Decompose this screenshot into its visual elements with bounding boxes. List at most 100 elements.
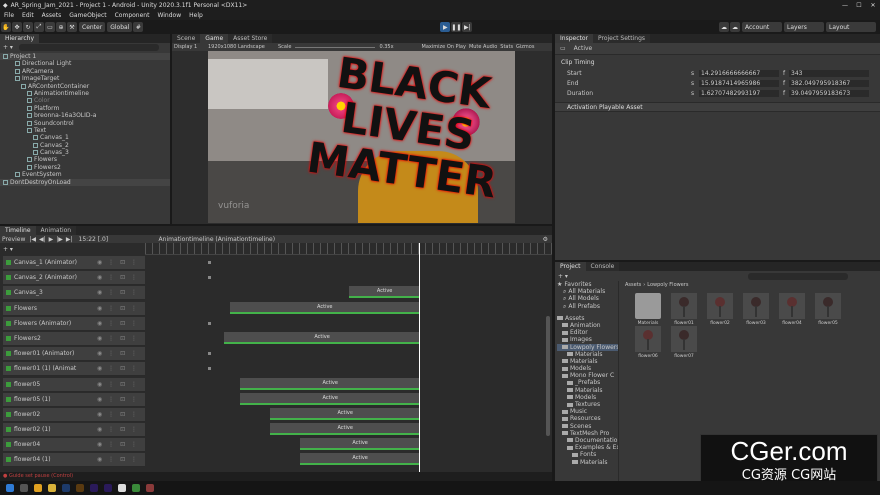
asset-tile[interactable]: flower06 [635,326,661,359]
scale-tool-icon[interactable]: ⤢ [34,22,44,32]
track-header[interactable]: flower05 ◉ ⋮ ⊡ ⋮ [3,377,145,392]
illustrator-icon[interactable] [76,484,84,492]
track-options-icon[interactable]: ◉ ⋮ ⊡ ⋮ [97,381,139,388]
timeline-clip[interactable]: Active [240,392,420,405]
favorite-item[interactable]: ⌕ All Prefabs [557,303,618,310]
folder-item[interactable]: Lowpoly Flowers [557,343,618,351]
folder-item[interactable]: Music [557,408,618,415]
hierarchy-item[interactable]: Platform [0,105,170,112]
collab-icon[interactable]: ☁ [719,22,729,32]
timeline-clip[interactable]: Active [300,438,420,451]
favorite-item[interactable]: ⌕ All Models [557,295,618,302]
tab-inspector[interactable]: Inspector [555,34,593,43]
clip-field-seconds[interactable]: 14.2916666666667 [699,69,779,77]
track-options-icon[interactable]: ◉ ⋮ ⊡ ⋮ [97,305,139,312]
track-header[interactable]: Flowers2 ◉ ⋮ ⊡ ⋮ [3,331,145,346]
hierarchy-item[interactable]: ImageTarget [0,75,170,82]
timeline-clip[interactable]: Active [240,377,420,390]
prev-frame-icon[interactable]: ◀| [39,236,46,243]
hierarchy-search-input[interactable] [18,44,159,51]
menu-window[interactable]: Window [157,12,181,19]
clip-field-frames[interactable]: 382.049795918367 [789,79,869,87]
timeline-frame-field[interactable]: 15:22 [.0] [79,236,127,243]
asset-tile[interactable]: flower03 [743,293,769,326]
menu-file[interactable]: File [4,12,14,19]
track-active-checkbox[interactable] [6,427,11,433]
folder-item[interactable]: Materials [557,351,618,358]
timeline-clip[interactable]: Active [300,453,420,466]
folder-item[interactable]: Models [557,394,618,401]
hierarchy-item[interactable]: Flowers2 [0,164,170,171]
menu-assets[interactable]: Assets [42,12,62,19]
clip-field-seconds[interactable]: 1.62707482993197 [699,89,779,97]
clip-field-seconds[interactable]: 15.9187414965986 [699,79,779,87]
timeline-playhead[interactable] [419,243,420,481]
project-add-icon[interactable]: + ▾ [558,273,568,280]
track-header[interactable]: Canvas_1 (Animator) ◉ ⋮ ⊡ ⋮ [3,256,145,270]
tab-timeline[interactable]: Timeline [0,226,36,235]
track-header[interactable]: flower02 (1) ◉ ⋮ ⊡ ⋮ [3,423,145,438]
asset-tile[interactable]: flower02 [707,293,733,326]
maximize-on-play-toggle[interactable]: Maximize On Play [422,44,466,50]
favorite-item[interactable]: ⌕ All Materials [557,288,618,295]
premiere-icon[interactable] [104,484,112,492]
folder-item[interactable]: Assets [557,315,618,322]
timeline-ruler[interactable] [145,243,552,255]
hierarchy-item[interactable]: Animationtimeline [0,90,170,97]
hand-tool-icon[interactable]: ✋ [1,22,11,32]
grid-snap-icon[interactable]: # [133,22,144,32]
breadcrumb-assets[interactable]: Assets [625,282,641,288]
custom-tool-icon[interactable]: ⚒ [67,22,77,32]
hierarchy-item[interactable]: Color [0,97,170,104]
track-header[interactable]: Canvas_2 (Animator) ◉ ⋮ ⊡ ⋮ [3,271,145,286]
layout-dropdown[interactable]: Layout [826,22,876,32]
asset-tile[interactable]: flower04 [779,293,805,326]
favorite-item[interactable]: ★ Favorites [557,281,618,288]
folder-item[interactable]: Fonts [557,451,618,458]
activation-asset-header[interactable]: Activation Playable Asset [555,102,880,112]
track-header[interactable]: flower04 ◉ ⋮ ⊡ ⋮ [3,438,145,453]
hierarchy-item[interactable]: ARCamera [0,68,170,75]
track-active-checkbox[interactable] [6,351,11,357]
folder-item[interactable]: Mono Flower C [557,372,618,379]
timeline-scrollbar[interactable] [546,316,550,436]
track-options-icon[interactable]: ◉ ⋮ ⊡ ⋮ [97,441,139,448]
timeline-clip[interactable]: Active [229,301,420,314]
track-options-icon[interactable]: ◉ ⋮ ⊡ ⋮ [97,365,139,372]
track-header[interactable]: flower01 (Animator) ◉ ⋮ ⊡ ⋮ [3,347,145,362]
account-dropdown[interactable]: Account [742,22,782,32]
breadcrumb-lowpoly[interactable]: Lowpoly Flowers [647,282,688,288]
track-header[interactable]: flower04 (1) ◉ ⋮ ⊡ ⋮ [3,453,145,468]
add-track-button[interactable]: + ▾ [0,246,145,253]
keyframe-marker[interactable] [208,321,211,325]
layers-dropdown[interactable]: Layers [784,22,824,32]
play-button[interactable]: ▶ [440,22,451,32]
folder-item[interactable]: Materials [557,459,618,466]
timeline-clip[interactable]: Active [270,423,420,436]
track-header[interactable]: Canvas_3 ◉ ⋮ ⊡ ⋮ [3,286,145,301]
folder-item[interactable]: Textures [557,401,618,408]
track-active-checkbox[interactable] [6,381,11,387]
track-options-icon[interactable]: ◉ ⋮ ⊡ ⋮ [97,259,139,266]
track-active-checkbox[interactable] [6,457,11,463]
tab-animation[interactable]: Animation [35,226,77,235]
folder-item[interactable]: Models [557,365,618,372]
hierarchy-item[interactable]: Canvas_1 [0,134,170,141]
folder-item[interactable]: Materials [557,358,618,365]
hierarchy-item[interactable]: Project 1 [0,53,170,61]
pivot-global-toggle[interactable]: Global [107,22,133,32]
track-active-checkbox[interactable] [6,411,11,417]
photoshop-icon[interactable] [62,484,70,492]
menu-help[interactable]: Help [189,12,203,19]
explorer-icon[interactable] [48,484,56,492]
keyframe-marker[interactable] [208,352,211,356]
gizmos-dropdown[interactable]: Gizmos [516,44,534,50]
track-active-checkbox[interactable] [6,260,11,265]
track-options-icon[interactable]: ◉ ⋮ ⊡ ⋮ [97,411,139,418]
track-options-icon[interactable]: ◉ ⋮ ⊡ ⋮ [97,426,139,433]
unity-taskbar-icon[interactable] [118,484,126,492]
rotate-tool-icon[interactable]: ↻ [23,22,33,32]
tab-game[interactable]: Game [200,34,229,43]
lock-icon[interactable]: ⚙ [543,236,548,243]
chrome-icon[interactable] [34,484,42,492]
